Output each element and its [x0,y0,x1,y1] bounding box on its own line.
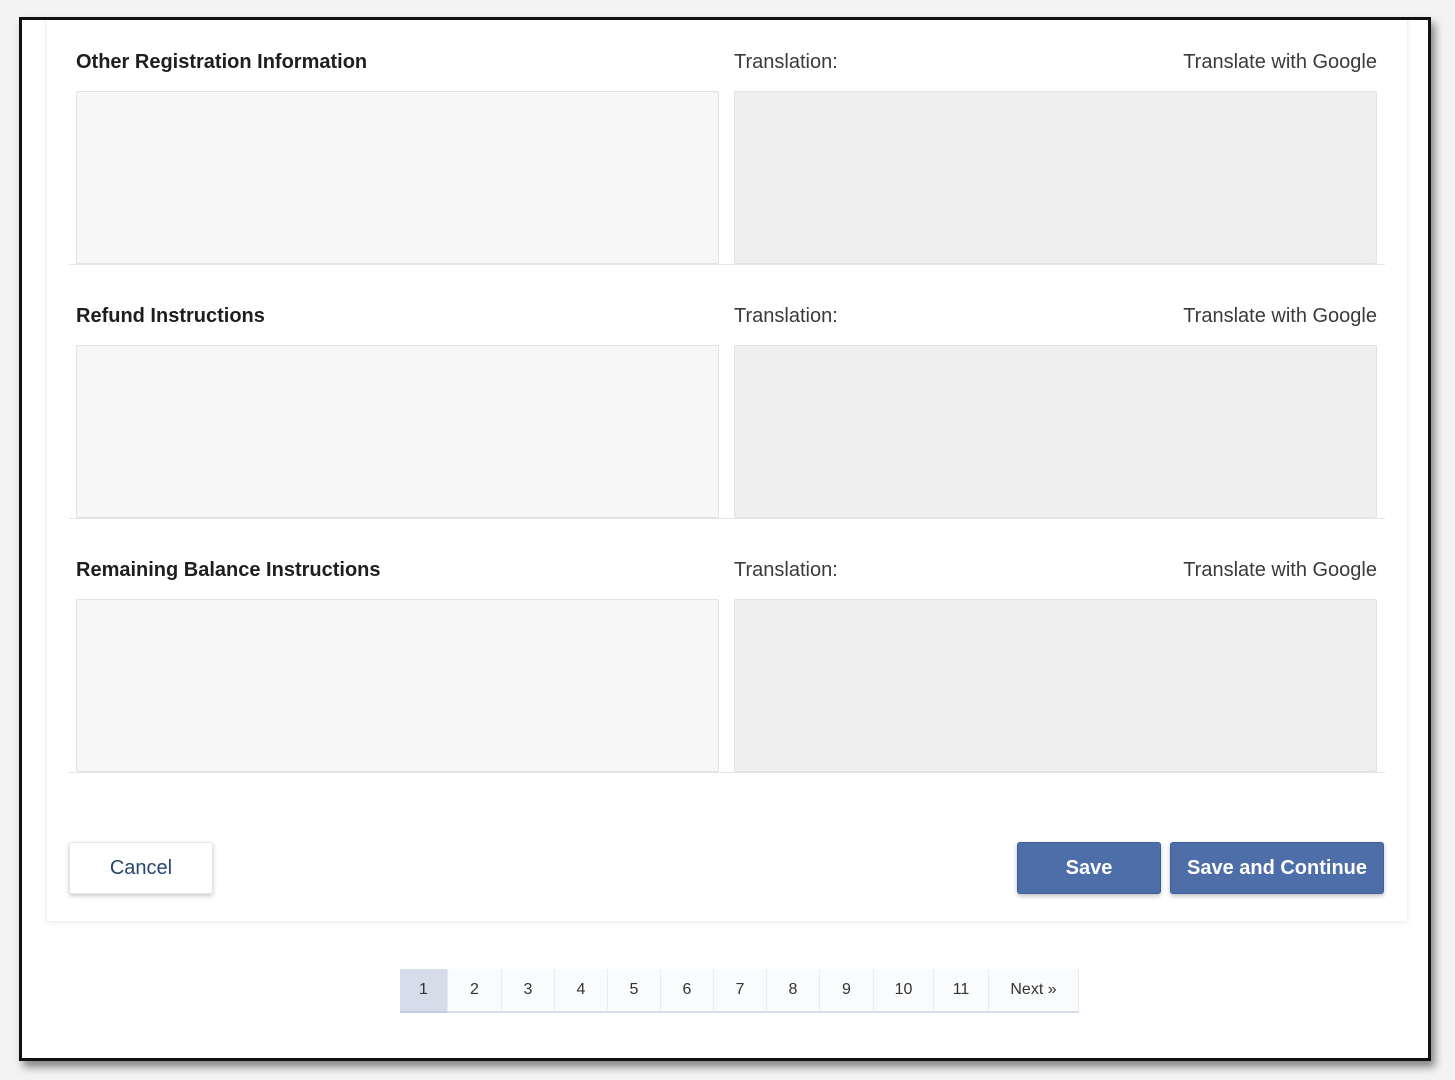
source-textarea[interactable] [76,599,719,772]
section-other-registration-information: Other Registration Information Translati… [69,20,1385,265]
page-9-button[interactable]: 9 [820,969,874,1013]
page-6-button[interactable]: 6 [661,969,714,1013]
page-7-button[interactable]: 7 [714,969,767,1013]
section-title: Refund Instructions [76,305,265,327]
page-5-button[interactable]: 5 [608,969,661,1013]
translation-textarea[interactable] [734,91,1377,264]
page-11-button[interactable]: 11 [934,969,989,1013]
section-title: Remaining Balance Instructions [76,559,381,581]
page-2-button[interactable]: 2 [448,969,502,1013]
translation-label: Translation: [734,51,838,73]
source-textarea[interactable] [76,345,719,518]
translation-label: Translation: [734,559,838,581]
pagination: 1 2 3 4 5 6 7 8 9 10 11 Next » [400,969,1079,1013]
translate-with-google-link[interactable]: Translate with Google [1183,51,1377,74]
page-8-button[interactable]: 8 [767,969,820,1013]
form-panel: Other Registration Information Translati… [47,20,1407,921]
save-button[interactable]: Save [1017,842,1161,894]
section-refund-instructions: Refund Instructions Translation: Transla… [69,264,1385,519]
page-3-button[interactable]: 3 [502,969,555,1013]
window-frame: Other Registration Information Translati… [19,17,1431,1061]
save-and-continue-button[interactable]: Save and Continue [1170,842,1384,894]
translation-label: Translation: [734,305,838,327]
translate-with-google-link[interactable]: Translate with Google [1183,559,1377,582]
translation-textarea[interactable] [734,345,1377,518]
page-10-button[interactable]: 10 [874,969,934,1013]
section-remaining-balance-instructions: Remaining Balance Instructions Translati… [69,518,1385,773]
page-1-button[interactable]: 1 [400,969,448,1013]
translation-textarea[interactable] [734,599,1377,772]
next-page-button[interactable]: Next » [989,969,1079,1013]
section-title: Other Registration Information [76,51,368,73]
translate-with-google-link[interactable]: Translate with Google [1183,305,1377,328]
source-textarea[interactable] [76,91,719,264]
cancel-button[interactable]: Cancel [69,842,213,894]
page-4-button[interactable]: 4 [555,969,608,1013]
